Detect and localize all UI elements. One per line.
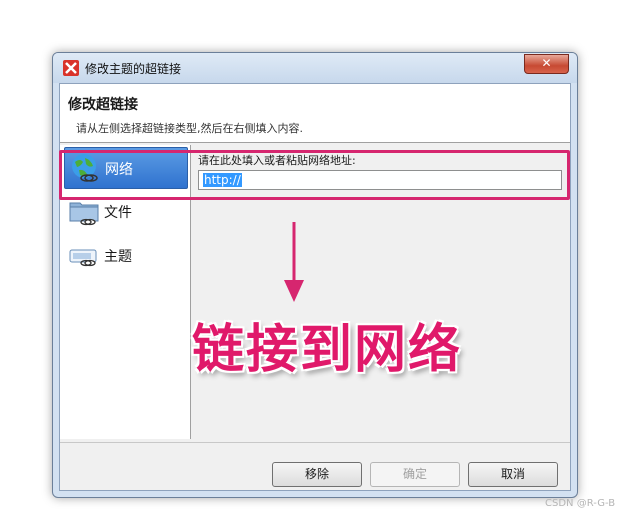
sidebar-item-topic[interactable]: 主题 xyxy=(64,235,186,275)
cancel-button[interactable]: 取消 xyxy=(468,462,558,487)
sidebar-item-label: 文件 xyxy=(104,205,132,221)
down-arrow-icon xyxy=(284,222,304,302)
header-title: 修改超链接 xyxy=(68,97,138,113)
dialog-body: 修改超链接 请从左侧选择超链接类型,然后在右侧填入内容. 网络 文件 主题 请在… xyxy=(59,83,571,491)
watermark: CSDN @R-G-B xyxy=(545,498,616,509)
footer-divider xyxy=(60,442,570,443)
remove-button[interactable]: 移除 xyxy=(272,462,362,487)
sidebar-item-label: 主题 xyxy=(104,249,132,265)
ok-button[interactable]: 确定 xyxy=(370,462,460,487)
title-bar: 修改主题的超链接 ✕ xyxy=(53,53,577,83)
annotation-caption: 链接到网络 xyxy=(192,320,463,380)
hyperlink-dialog: 修改主题的超链接 ✕ 修改超链接 请从左侧选择超链接类型,然后在右侧填入内容. … xyxy=(52,52,578,498)
close-button[interactable]: ✕ xyxy=(524,54,569,74)
topic-link-icon xyxy=(69,249,97,267)
app-logo-icon xyxy=(63,60,79,76)
header-area: 修改超链接 请从左侧选择超链接类型,然后在右侧填入内容. xyxy=(60,84,570,143)
header-description: 请从左侧选择超链接类型,然后在右侧填入内容. xyxy=(76,122,303,135)
window-title: 修改主题的超链接 xyxy=(85,62,182,76)
highlight-frame xyxy=(59,150,570,200)
